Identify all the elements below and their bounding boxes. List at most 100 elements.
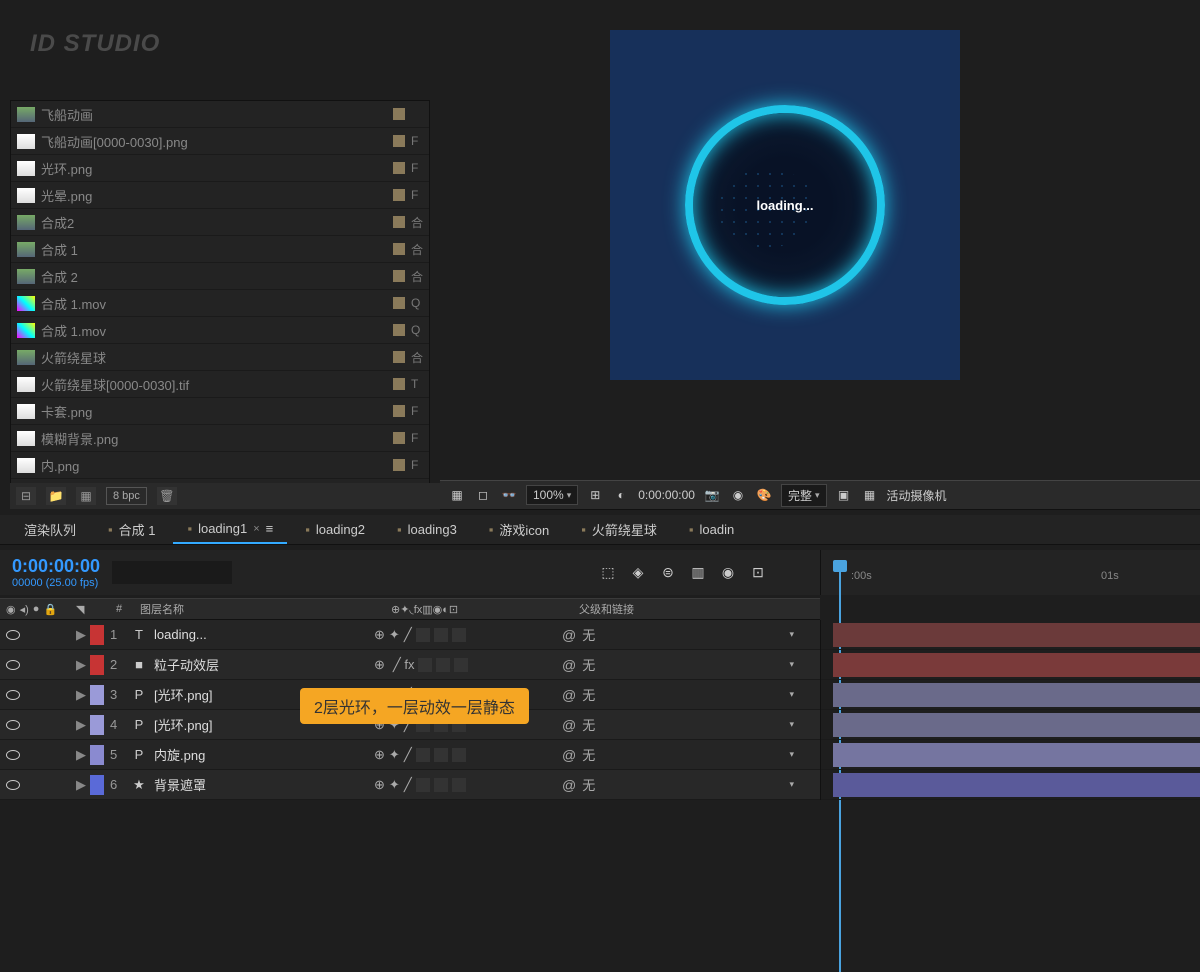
interpret-footage-icon[interactable]: ⊟ (16, 487, 36, 505)
switch-box[interactable] (434, 628, 448, 642)
label-color-swatch[interactable] (393, 108, 405, 120)
switch-collapse-icon[interactable]: ⊕ (374, 747, 385, 763)
parent-value[interactable]: 无 (582, 685, 595, 704)
layer-row[interactable]: ▶ 2 ■ 粒子动效层 ⊕ ╱ fx @ 无 ▾ (0, 650, 820, 680)
visibility-toggle-icon[interactable] (6, 720, 20, 730)
tab-menu-icon[interactable]: ≡ (266, 521, 274, 536)
pickwhip-icon[interactable]: @ (562, 717, 576, 733)
pickwhip-icon[interactable]: @ (562, 747, 576, 763)
switch-fx-icon[interactable]: ╱ (404, 777, 412, 793)
label-color-swatch[interactable] (393, 243, 405, 255)
layer-duration-bar[interactable] (833, 653, 1200, 677)
project-item[interactable]: 合成2 合 (11, 209, 429, 236)
timeline-tab[interactable]: 渲染队列 (10, 514, 90, 545)
layer-name[interactable]: 内旋.png (154, 745, 374, 764)
label-color-swatch[interactable] (393, 351, 405, 363)
timeline-tab[interactable]: ▪火箭绕星球 (567, 514, 671, 545)
switch-box[interactable] (416, 748, 430, 762)
trash-icon[interactable]: 🗑 (157, 487, 177, 505)
project-item[interactable]: 火箭绕星球[0000-0030].tif T (11, 371, 429, 398)
project-item[interactable]: 火箭绕星球 合 (11, 344, 429, 371)
label-color-swatch[interactable] (393, 162, 405, 174)
switch-box[interactable] (452, 628, 466, 642)
timeline-tab[interactable]: ▪loading3 (383, 516, 471, 543)
expand-icon[interactable]: ▶ (76, 627, 86, 643)
layer-name[interactable]: 粒子动效层 (154, 655, 374, 674)
pickwhip-icon[interactable]: @ (562, 657, 576, 673)
label-color-swatch[interactable] (393, 297, 405, 309)
timeline-tracks[interactable] (820, 620, 1200, 800)
switch-quality-icon[interactable]: ✦ (389, 777, 400, 793)
project-item[interactable]: 合成 1 合 (11, 236, 429, 263)
grid-icon[interactable]: ▦ (448, 487, 466, 503)
project-item[interactable]: 飞船动画 (11, 101, 429, 128)
layer-label-color[interactable] (90, 745, 104, 765)
track-lane[interactable] (821, 680, 1200, 710)
comp-flowchart-icon[interactable]: ⬚ (598, 563, 618, 583)
project-item[interactable]: 光环.png F (11, 155, 429, 182)
shy-icon[interactable]: ⊜ (658, 563, 678, 583)
new-comp-icon[interactable]: ▦ (76, 487, 96, 505)
switch-box[interactable] (416, 628, 430, 642)
layer-row[interactable]: ▶ 5 P 内旋.png ⊕ ✦ ╱ @ 无 ▾ (0, 740, 820, 770)
label-color-swatch[interactable] (393, 270, 405, 282)
switch-box[interactable] (452, 778, 466, 792)
label-color-swatch[interactable] (393, 459, 405, 471)
switch-collapse-icon[interactable]: ⊕ (374, 627, 385, 643)
visibility-toggle-icon[interactable] (6, 660, 20, 670)
switch-quality-icon[interactable]: ✦ (389, 627, 400, 643)
layer-duration-bar[interactable] (833, 623, 1200, 647)
viewer-time[interactable]: 0:00:00:00 (638, 488, 695, 502)
switch-fx-icon[interactable]: ╱ fx (393, 657, 415, 673)
parent-dropdown-icon[interactable]: ▾ (789, 779, 794, 790)
parent-value[interactable]: 无 (582, 655, 595, 674)
expand-icon[interactable]: ▶ (76, 777, 86, 793)
layer-name[interactable]: 背景遮罩 (154, 775, 374, 794)
parent-header[interactable]: 父级和链接 (571, 601, 814, 617)
visibility-toggle-icon[interactable] (6, 780, 20, 790)
track-lane[interactable] (821, 740, 1200, 770)
label-color-swatch[interactable] (393, 324, 405, 336)
switch-collapse-icon[interactable]: ⊕ (374, 657, 385, 673)
expand-icon[interactable]: ▶ (76, 657, 86, 673)
project-item[interactable]: 飞船动画[0000-0030].png F (11, 128, 429, 155)
motion-blur-icon[interactable]: ◉ (718, 563, 738, 583)
timeline-tab[interactable]: ▪loading1×≡ (173, 515, 287, 544)
fast-preview-icon[interactable]: ▣ (835, 487, 853, 503)
switch-box[interactable] (434, 748, 448, 762)
project-item[interactable]: 卡套.png F (11, 398, 429, 425)
layer-row[interactable]: ▶ 6 ★ 背景遮罩 ⊕ ✦ ╱ @ 无 ▾ (0, 770, 820, 800)
playhead[interactable] (833, 560, 847, 595)
composition-viewer[interactable]: loading... (610, 30, 960, 380)
track-lane[interactable] (821, 650, 1200, 680)
switch-collapse-icon[interactable]: ⊕ (374, 777, 385, 793)
track-lane[interactable] (821, 770, 1200, 800)
bpc-indicator[interactable]: 8 bpc (106, 487, 147, 505)
track-lane[interactable] (821, 620, 1200, 650)
resolution-select[interactable]: 完整 ▾ (781, 484, 827, 507)
frame-blend-icon[interactable]: ▥ (688, 563, 708, 583)
parent-dropdown-icon[interactable]: ▾ (789, 659, 794, 670)
draft3d-icon[interactable]: ◈ (628, 563, 648, 583)
roi-icon[interactable]: ⊞ (586, 487, 604, 503)
parent-value[interactable]: 无 (582, 625, 595, 644)
transparency-icon[interactable]: ▦ (861, 487, 879, 503)
layer-label-color[interactable] (90, 625, 104, 645)
layer-duration-bar[interactable] (833, 743, 1200, 767)
crop-icon[interactable]: ◐ (612, 487, 630, 503)
expand-icon[interactable]: ▶ (76, 717, 86, 733)
mask-icon[interactable]: ◻ (474, 487, 492, 503)
project-item[interactable]: 合成 1.mov Q (11, 317, 429, 344)
timeline-tab[interactable]: ▪loading2 (291, 516, 379, 543)
pickwhip-icon[interactable]: @ (562, 687, 576, 703)
layer-duration-bar[interactable] (833, 713, 1200, 737)
visibility-toggle-icon[interactable] (6, 750, 20, 760)
layer-search-input[interactable] (112, 561, 232, 584)
layer-name[interactable]: loading... (154, 627, 374, 642)
parent-value[interactable]: 无 (582, 715, 595, 734)
timeline-tab[interactable]: ▪游戏icon (475, 514, 563, 545)
label-color-swatch[interactable] (393, 378, 405, 390)
label-color-swatch[interactable] (393, 432, 405, 444)
new-folder-icon[interactable]: 📁 (46, 487, 66, 505)
channel-icon[interactable]: ◉ (729, 487, 747, 503)
